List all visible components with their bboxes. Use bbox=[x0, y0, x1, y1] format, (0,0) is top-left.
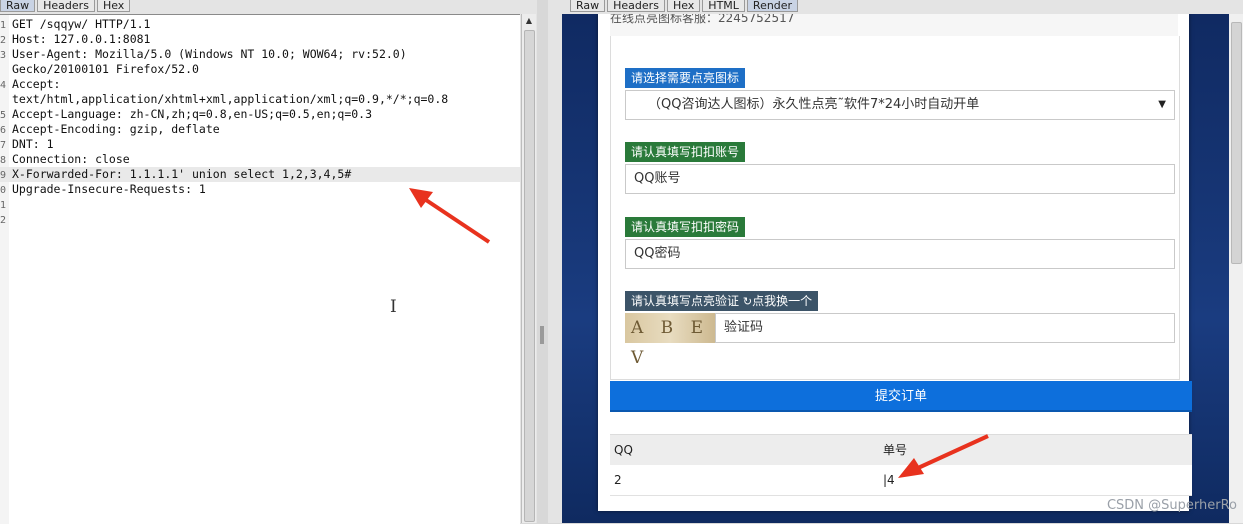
verify-label-text: 请认真填写点亮验证 bbox=[631, 294, 740, 308]
line-number: 0 bbox=[0, 185, 7, 196]
request-scrollbar[interactable]: ▲ bbox=[521, 14, 536, 523]
request-line[interactable]: 1 bbox=[0, 197, 520, 212]
line-number: 8 bbox=[0, 155, 7, 166]
tab-render[interactable]: Render bbox=[746, 0, 799, 12]
request-line[interactable]: 3 User-Agent: Mozilla/5.0 (Windows NT 10.… bbox=[0, 47, 520, 62]
captcha-image[interactable]: A B E V bbox=[625, 313, 715, 368]
column-order-number: 单号 bbox=[883, 443, 908, 457]
render-view: 在线点亮图标客服：2245752517 请选择需要点亮图标 （QQ咨询达人图标）… bbox=[562, 14, 1243, 523]
table-row: 2 |4 bbox=[610, 465, 1192, 496]
qq-password-input[interactable]: QQ密码 bbox=[625, 239, 1175, 269]
line-number: 1 bbox=[0, 200, 7, 211]
text-cursor-icon: I bbox=[390, 297, 397, 317]
request-line[interactable]: text/html,application/xhtml+xml,applicat… bbox=[0, 92, 520, 107]
line-number: 7 bbox=[0, 140, 7, 151]
line-text[interactable]: Gecko/20100101 Firefox/52.0 bbox=[9, 62, 199, 76]
line-text[interactable] bbox=[9, 197, 12, 211]
line-text[interactable]: Accept-Language: zh-CN,zh;q=0.8,en-US;q=… bbox=[9, 107, 372, 121]
qq-account-input[interactable]: QQ账号 bbox=[625, 164, 1175, 194]
qq-account-placeholder: QQ账号 bbox=[634, 171, 681, 186]
captcha-input[interactable]: 验证码 bbox=[715, 313, 1175, 343]
result-table-header: QQ 单号 bbox=[610, 434, 1192, 466]
tab-html[interactable]: HTML bbox=[702, 0, 745, 12]
tab-hex[interactable]: Hex bbox=[666, 0, 701, 12]
line-number: 9 bbox=[0, 170, 7, 181]
order-form: 请选择需要点亮图标 （QQ咨询达人图标）永久性点亮˜软件7*24小时自动开单 ▼… bbox=[610, 36, 1180, 380]
splitter-grip-icon[interactable] bbox=[540, 326, 544, 344]
submit-order-button[interactable]: 提交订单 bbox=[610, 381, 1192, 412]
line-text[interactable]: Connection: close bbox=[9, 152, 130, 166]
line-number: 2 bbox=[0, 215, 7, 226]
pane-splitter[interactable] bbox=[537, 0, 548, 523]
request-line[interactable]: 4 Accept: bbox=[0, 77, 520, 92]
scrollbar-thumb[interactable] bbox=[1231, 22, 1242, 264]
service-contact: 在线点亮图标客服：2245752517 bbox=[610, 14, 1178, 37]
qq-password-placeholder: QQ密码 bbox=[634, 246, 681, 261]
request-line[interactable]: 8 Connection: close bbox=[0, 152, 520, 167]
line-number: 5 bbox=[0, 110, 7, 121]
watermark: CSDN @SuperherRo bbox=[1106, 498, 1237, 513]
line-text[interactable]: Host: 127.0.0.1:8081 bbox=[9, 32, 150, 46]
order-card: 在线点亮图标客服：2245752517 请选择需要点亮图标 （QQ咨询达人图标）… bbox=[598, 14, 1192, 511]
line-text[interactable]: Accept-Encoding: gzip, deflate bbox=[9, 122, 220, 136]
request-line[interactable]: 2 bbox=[0, 212, 520, 227]
tab-raw[interactable]: Raw bbox=[0, 0, 36, 12]
refresh-captcha-link[interactable]: 点我换一个 bbox=[752, 294, 812, 308]
line-text[interactable]: Upgrade-Insecure-Requests: 1 bbox=[9, 182, 206, 196]
request-line[interactable]: 6 Accept-Encoding: gzip, deflate bbox=[0, 122, 520, 137]
line-number: 3 bbox=[0, 50, 7, 61]
line-number: 6 bbox=[0, 125, 7, 136]
icon-select-label: 请选择需要点亮图标 bbox=[625, 68, 746, 88]
line-text[interactable]: Accept: bbox=[9, 77, 60, 91]
icon-select[interactable]: （QQ咨询达人图标）永久性点亮˜软件7*24小时自动开单 ▼ bbox=[625, 90, 1175, 120]
line-number: 4 bbox=[0, 80, 7, 91]
account-label: 请认真填写扣扣账号 bbox=[625, 142, 746, 162]
scrollbar-thumb[interactable] bbox=[524, 30, 535, 522]
line-text[interactable] bbox=[9, 212, 12, 226]
password-label: 请认真填写扣扣密码 bbox=[625, 217, 746, 237]
response-tabbar: Raw Headers Hex HTML Render bbox=[570, 0, 800, 13]
request-line[interactable]: 2 Host: 127.0.0.1:8081 bbox=[0, 32, 520, 47]
scroll-up-icon[interactable]: ▲ bbox=[522, 14, 536, 28]
column-qq: QQ bbox=[614, 443, 633, 457]
render-scrollbar[interactable] bbox=[1229, 14, 1243, 523]
tab-headers[interactable]: Headers bbox=[607, 0, 665, 12]
request-pane: Raw Headers Hex 1 GET /sqqyw/ HTTP/1.1 2 Ho… bbox=[0, 0, 537, 524]
refresh-icon[interactable]: ↻ bbox=[743, 295, 752, 308]
request-line[interactable]: 1 GET /sqqyw/ HTTP/1.1 bbox=[0, 17, 520, 32]
response-pane: Raw Headers Hex HTML Render 在线点亮图标客服：224… bbox=[548, 0, 1243, 523]
request-editor[interactable]: 1 GET /sqqyw/ HTTP/1.1 2 Host: 127.0.0.1:80… bbox=[0, 14, 520, 524]
cell-qq: 2 bbox=[614, 473, 622, 487]
request-line[interactable]: 7 DNT: 1 bbox=[0, 137, 520, 152]
captcha-placeholder: 验证码 bbox=[724, 320, 764, 335]
request-tabbar: Raw Headers Hex bbox=[0, 0, 132, 13]
tab-hex[interactable]: Hex bbox=[96, 0, 131, 12]
icon-select-value: （QQ咨询达人图标）永久性点亮˜软件7*24小时自动开单 bbox=[648, 97, 980, 112]
dropdown-triangle-icon: ▼ bbox=[1158, 99, 1166, 110]
request-line[interactable]: 9 X-Forwarded-For: 1.1.1.1' union select … bbox=[0, 167, 520, 182]
line-text[interactable]: X-Forwarded-For: 1.1.1.1' union select 1… bbox=[9, 167, 351, 181]
cell-order-number: |4 bbox=[883, 473, 895, 487]
tab-raw[interactable]: Raw bbox=[570, 0, 606, 12]
line-number: 2 bbox=[0, 35, 7, 46]
line-text[interactable]: GET /sqqyw/ HTTP/1.1 bbox=[9, 17, 150, 31]
line-number: 1 bbox=[0, 20, 7, 31]
tab-headers[interactable]: Headers bbox=[37, 0, 95, 12]
line-text[interactable]: text/html,application/xhtml+xml,applicat… bbox=[9, 92, 448, 106]
request-line[interactable]: Gecko/20100101 Firefox/52.0 bbox=[0, 62, 520, 77]
line-text[interactable]: DNT: 1 bbox=[9, 137, 54, 151]
request-line[interactable]: 0 Upgrade-Insecure-Requests: 1 bbox=[0, 182, 520, 197]
verify-label: 请认真填写点亮验证 ↻点我换一个 bbox=[625, 291, 819, 311]
request-line[interactable]: 5 Accept-Language: zh-CN,zh;q=0.8,en-US;q… bbox=[0, 107, 520, 122]
line-text[interactable]: User-Agent: Mozilla/5.0 (Windows NT 10.0… bbox=[9, 47, 407, 61]
